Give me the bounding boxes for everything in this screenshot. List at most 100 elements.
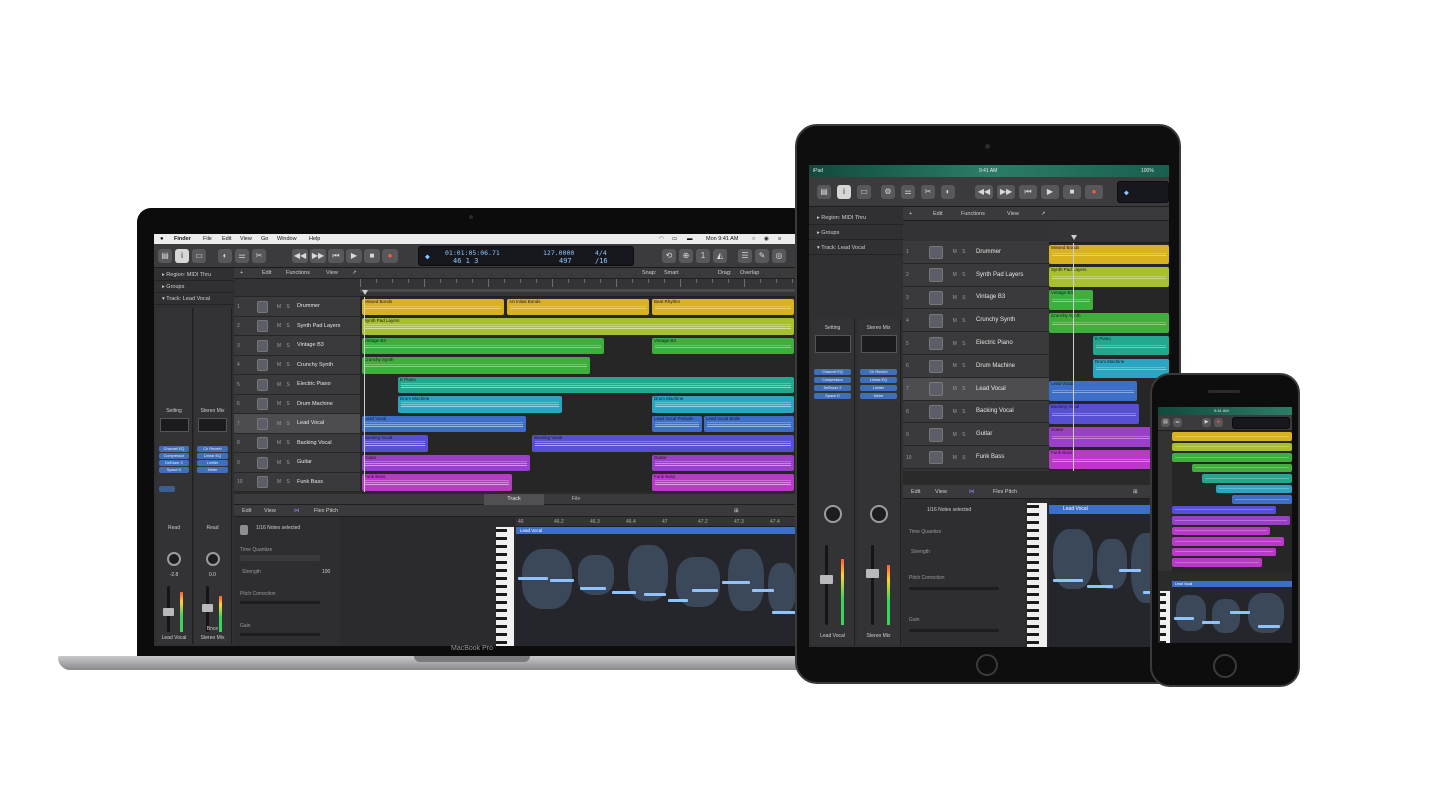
piano-black-key[interactable] xyxy=(1027,601,1039,604)
piano-black-key[interactable] xyxy=(1027,537,1039,540)
plugin-slot[interactable]: Channel EQ xyxy=(159,446,189,452)
plugin-slot[interactable]: Compressor xyxy=(159,453,189,459)
record-button[interactable]: ● xyxy=(382,249,398,263)
tuner-button[interactable]: ⊕ xyxy=(679,249,693,263)
mute-solo-buttons[interactable]: M S xyxy=(953,363,968,369)
ipad-plugin-slot[interactable]: Limiter xyxy=(860,385,897,391)
piano-black-key[interactable] xyxy=(1160,609,1166,612)
iphone-play-button[interactable]: ▶ xyxy=(1202,418,1211,427)
region[interactable] xyxy=(1172,442,1292,451)
notification-center-icon[interactable]: ≡ xyxy=(778,234,781,244)
plugin-slot[interactable]: Linear EQ xyxy=(197,453,228,459)
region[interactable]: Vintage B3 xyxy=(1049,290,1093,310)
piano-black-key[interactable] xyxy=(1027,617,1039,620)
track-header[interactable]: 9 M S Guitar xyxy=(234,453,360,473)
ipad-plugin-slot[interactable]: Linear EQ xyxy=(860,377,897,383)
ipad-editor-menu-edit[interactable]: Edit xyxy=(911,485,920,499)
ipad-tracks-add-icon[interactable]: + xyxy=(909,207,912,221)
track-lanes[interactable]: Missed Bonds Art Initial Bonds Beat Rhythm… xyxy=(360,297,796,492)
ipad-plugin-slot[interactable]: Channel EQ xyxy=(814,369,851,375)
piano-black-key[interactable] xyxy=(1160,633,1166,636)
mute-solo-buttons[interactable]: M S xyxy=(277,460,292,466)
metronome-button[interactable]: ◭ xyxy=(713,249,727,263)
region[interactable] xyxy=(1216,484,1292,493)
region[interactable]: Drum Machine xyxy=(652,396,794,413)
region[interactable] xyxy=(1172,526,1270,535)
mute-solo-buttons[interactable]: M S xyxy=(277,421,292,427)
pitch-note[interactable] xyxy=(1087,585,1113,588)
ipad-tracks-menu-functions[interactable]: Functions xyxy=(961,207,985,221)
mute-solo-buttons[interactable]: M S xyxy=(953,272,968,278)
ipad-plugin-slot[interactable]: Ch Reverb xyxy=(860,369,897,375)
region[interactable]: Funk Bass xyxy=(652,474,794,491)
mute-solo-buttons[interactable]: M S xyxy=(277,479,292,485)
drag-value[interactable]: Overlap xyxy=(740,268,759,279)
tracks-menu-functions[interactable]: Functions xyxy=(286,268,310,279)
ipad-timeline-ruler[interactable] xyxy=(1049,221,1169,243)
mute-solo-buttons[interactable]: M S xyxy=(953,318,968,324)
region[interactable]: Missed Bonds xyxy=(1049,244,1169,265)
mute-solo-buttons[interactable]: M S xyxy=(953,386,968,392)
tracks-add-icon[interactable]: + xyxy=(240,268,243,279)
track-header[interactable]: 6 M S Drum Machine xyxy=(903,355,1049,378)
bounce-label[interactable]: Bnce xyxy=(194,626,231,632)
piano-black-key[interactable] xyxy=(1027,529,1039,532)
ipad-flex-icon[interactable]: ⋈ xyxy=(969,485,975,499)
menu-go[interactable]: Go xyxy=(261,234,268,244)
editor-tab-track[interactable]: Track xyxy=(484,494,544,505)
region[interactable]: Funk Bass xyxy=(1049,449,1159,470)
piano-black-key[interactable] xyxy=(1160,641,1166,643)
count-in-button[interactable]: 1 xyxy=(696,249,710,263)
mute-solo-buttons[interactable]: M S xyxy=(277,362,292,368)
mute-solo-buttons[interactable]: M S xyxy=(953,295,968,301)
fast-forward-button[interactable]: ▶▶ xyxy=(310,249,326,263)
piano-black-key[interactable] xyxy=(1027,625,1039,628)
iphone-home-button[interactable] xyxy=(1213,654,1237,678)
region[interactable] xyxy=(1172,547,1276,556)
editor-zoom-icon[interactable]: ⊞ xyxy=(734,505,739,517)
plugin-slot[interactable]: Limiter xyxy=(197,460,228,466)
region[interactable] xyxy=(1202,474,1292,483)
pitch-note[interactable] xyxy=(644,593,666,596)
piano-black-key[interactable] xyxy=(496,585,507,588)
flex-icon[interactable]: ⋈ xyxy=(294,505,300,517)
piano-black-key[interactable] xyxy=(1027,585,1039,588)
automation-read-label[interactable]: Read xyxy=(156,525,192,531)
ipad-editors-button[interactable]: ✂ xyxy=(921,185,935,199)
timeline-ruler[interactable] xyxy=(360,279,796,297)
ipad-tracks-menu-edit[interactable]: Edit xyxy=(933,207,942,221)
track-header[interactable]: 5 M S Electric Piano xyxy=(903,332,1049,355)
piano-black-key[interactable] xyxy=(496,641,507,644)
piano-black-key[interactable] xyxy=(496,593,507,596)
ipad-stop-button[interactable]: ■ xyxy=(1063,185,1081,199)
track-header[interactable]: 4 M S Crunchy Synth xyxy=(903,309,1049,333)
spotlight-icon[interactable]: ○ xyxy=(752,234,755,244)
region[interactable]: Lead Vocal xyxy=(1049,381,1137,402)
ipad-playhead-marker[interactable] xyxy=(1071,235,1077,240)
region[interactable]: Art Initial Bonds xyxy=(507,298,649,315)
pitch-note[interactable] xyxy=(1258,625,1280,628)
pitch-note[interactable] xyxy=(580,587,606,590)
region[interactable]: Drum Machine xyxy=(398,396,562,413)
piano-black-key[interactable] xyxy=(496,625,507,628)
mute-solo-buttons[interactable]: M S xyxy=(953,409,968,415)
library-button[interactable]: ▤ xyxy=(158,249,172,263)
ipad-pan-knob[interactable] xyxy=(870,505,888,523)
region[interactable]: Synth Pad Layers xyxy=(1049,267,1169,288)
ipad-settings-button[interactable]: ⚙ xyxy=(881,185,895,199)
region[interactable]: Vintage B3 xyxy=(362,337,604,354)
wifi-icon[interactable]: ◠ xyxy=(659,234,664,244)
region[interactable] xyxy=(1172,453,1292,462)
ipad-beginning-button[interactable]: ⏮ xyxy=(1019,185,1037,199)
strip-eq-thumbnail[interactable] xyxy=(160,418,189,432)
pitch-note[interactable] xyxy=(1174,617,1194,620)
region[interactable]: Funk Bass xyxy=(362,474,512,491)
ipad-plugin-slot[interactable]: DeEsser 2 xyxy=(814,385,851,391)
ipad-flex-mode[interactable]: Flex Pitch xyxy=(993,485,1017,499)
region[interactable] xyxy=(1172,516,1290,525)
ipad-tracks-menu-view[interactable]: View xyxy=(1007,207,1019,221)
menu-finder[interactable]: Finder xyxy=(174,234,191,244)
ipad-gain-slider[interactable] xyxy=(909,629,999,632)
ipad-fader-track[interactable] xyxy=(871,545,874,625)
piano-black-key[interactable] xyxy=(1027,633,1039,636)
